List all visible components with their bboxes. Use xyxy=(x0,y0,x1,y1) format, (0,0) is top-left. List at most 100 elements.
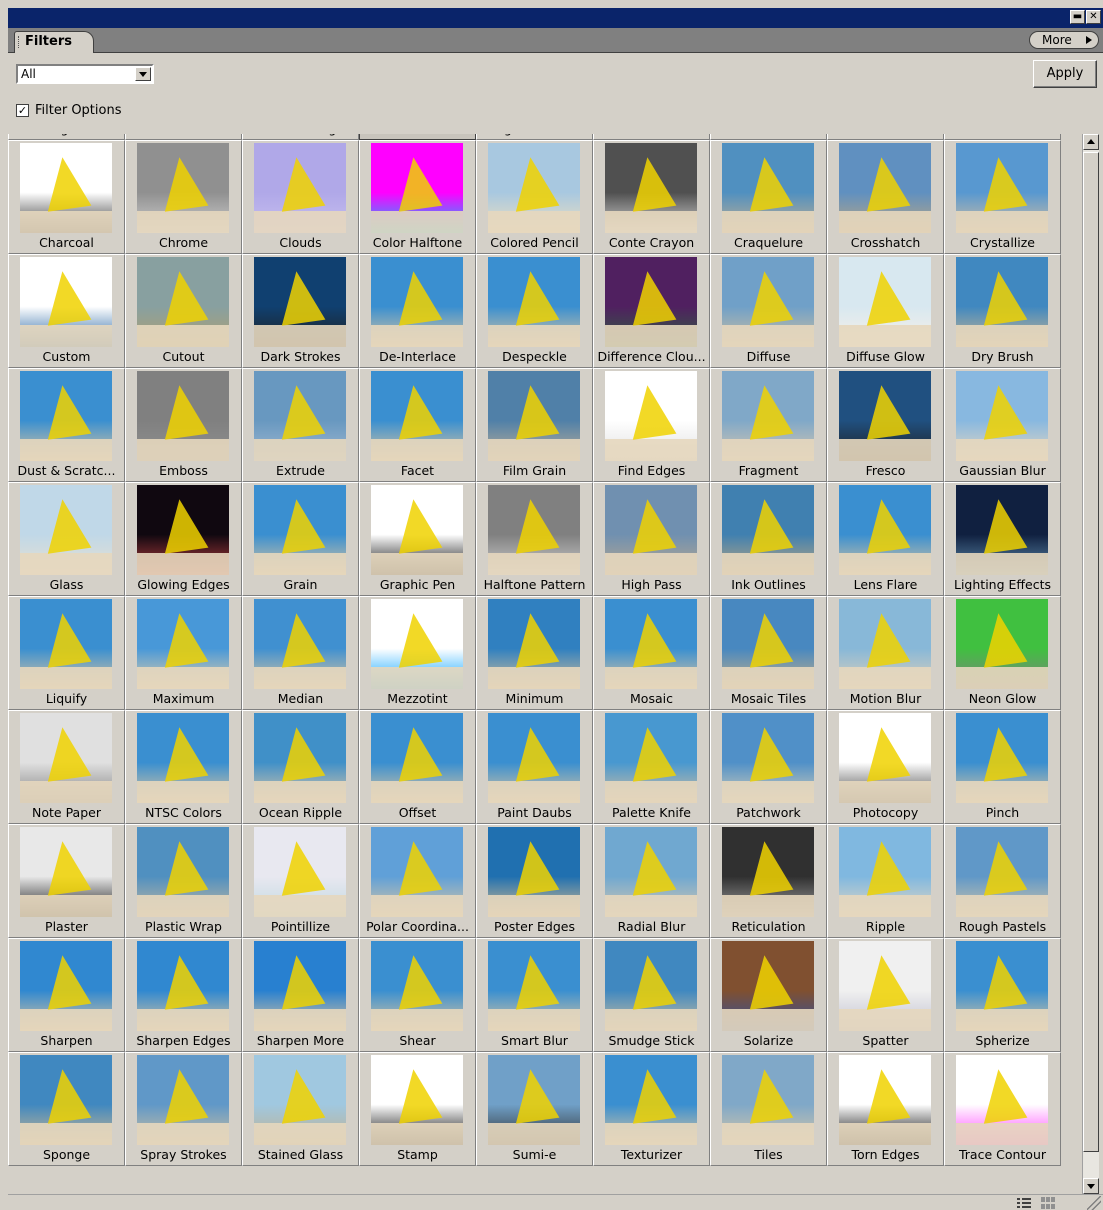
thumbnail-view-icon[interactable] xyxy=(1041,1197,1055,1209)
filter-tile[interactable]: Mezzotint xyxy=(359,596,476,710)
filter-tile[interactable]: Plaster xyxy=(8,824,125,938)
list-view-icon[interactable] xyxy=(1017,1197,1031,1209)
filter-tile[interactable]: Emboss xyxy=(125,368,242,482)
filter-tile[interactable]: Diffuse Glow xyxy=(827,254,944,368)
filter-tile[interactable]: Diffuse xyxy=(710,254,827,368)
filter-label: Fresco xyxy=(865,463,906,478)
filter-tile[interactable]: Custom xyxy=(8,254,125,368)
dropdown-button[interactable] xyxy=(135,67,151,81)
filter-tile[interactable]: Film Grain xyxy=(476,368,593,482)
filter-tile[interactable]: Stamp xyxy=(359,1052,476,1166)
filter-tile[interactable]: Trace Contour xyxy=(944,1052,1061,1166)
filter-tile[interactable]: Motion Blur xyxy=(827,596,944,710)
filter-tile[interactable]: Chrome xyxy=(125,140,242,254)
filter-tile[interactable]: Torn Edges xyxy=(827,1052,944,1166)
category-select[interactable]: All xyxy=(16,64,154,84)
filter-tile[interactable]: Smudge Stick xyxy=(593,938,710,1052)
filter-tile[interactable]: Neon Glow xyxy=(944,596,1061,710)
filter-tile[interactable]: Photocopy xyxy=(827,710,944,824)
filter-tile[interactable]: Maximum xyxy=(125,596,242,710)
scroll-down-button[interactable] xyxy=(1083,1178,1099,1194)
filter-tile[interactable]: Pinch xyxy=(944,710,1061,824)
filter-tile[interactable]: Palette Knife xyxy=(593,710,710,824)
filter-options-checkbox[interactable]: ✓ xyxy=(16,103,29,117)
filter-tile[interactable]: Plastic Wrap xyxy=(125,824,242,938)
apply-button[interactable]: Apply xyxy=(1033,60,1097,88)
filter-tile[interactable]: Tiles xyxy=(710,1052,827,1166)
filter-tile[interactable]: Note Paper xyxy=(8,710,125,824)
filter-tile[interactable]: Crosshatch xyxy=(827,140,944,254)
resize-grip-icon[interactable] xyxy=(1087,1196,1101,1210)
filter-tile[interactable]: Sharpen More xyxy=(242,938,359,1052)
filter-tile[interactable]: Pointillize xyxy=(242,824,359,938)
scrollbar-thumb[interactable] xyxy=(1083,152,1099,1152)
filter-tile[interactable]: Liquify xyxy=(8,596,125,710)
filter-tile[interactable]: Halftone Pattern xyxy=(476,482,593,596)
filter-tile[interactable]: Facet xyxy=(359,368,476,482)
filter-tile[interactable]: Colored Pencil xyxy=(476,140,593,254)
filter-tile[interactable]: Solarize xyxy=(710,938,827,1052)
minimize-button[interactable]: ▬ xyxy=(1070,10,1085,24)
filter-tile[interactable]: Sharpen xyxy=(8,938,125,1052)
filter-tile[interactable]: Sharpen Edges xyxy=(125,938,242,1052)
filter-tile[interactable]: Crystallize xyxy=(944,140,1061,254)
filter-tile[interactable]: Difference Clou... xyxy=(593,254,710,368)
filter-tile[interactable]: Mosaic Tiles xyxy=(710,596,827,710)
filter-tile[interactable]: Cutout xyxy=(125,254,242,368)
filter-tile[interactable]: Fresco xyxy=(827,368,944,482)
filter-tile[interactable]: Clouds xyxy=(242,140,359,254)
filter-tile[interactable]: Charcoal xyxy=(8,140,125,254)
filter-tile[interactable]: Sumi-e xyxy=(476,1052,593,1166)
filter-tile[interactable]: Patchwork xyxy=(710,710,827,824)
filter-tile[interactable]: Color Halftone xyxy=(359,140,476,254)
filter-options-toggle[interactable]: ✓ Filter Options xyxy=(16,102,122,118)
filter-tile[interactable]: Dark Strokes xyxy=(242,254,359,368)
filter-tile[interactable]: Ink Outlines xyxy=(710,482,827,596)
filter-tile[interactable]: Spherize xyxy=(944,938,1061,1052)
more-button[interactable]: More xyxy=(1029,31,1099,49)
scroll-up-button[interactable] xyxy=(1083,134,1099,150)
filter-tile[interactable]: Dry Brush xyxy=(944,254,1061,368)
filter-tile[interactable]: Craquelure xyxy=(710,140,827,254)
tab-filters[interactable]: Filters xyxy=(14,31,94,53)
filter-tile[interactable]: Extrude xyxy=(242,368,359,482)
filter-tile[interactable]: Offset xyxy=(359,710,476,824)
filter-tile[interactable]: Lens Flare xyxy=(827,482,944,596)
filter-tile[interactable]: Rough Pastels xyxy=(944,824,1061,938)
filter-tile[interactable]: Poster Edges xyxy=(476,824,593,938)
filter-tile[interactable]: Spatter xyxy=(827,938,944,1052)
filter-tile[interactable]: Find Edges xyxy=(593,368,710,482)
filter-tile[interactable]: Grain xyxy=(242,482,359,596)
filter-thumbnail xyxy=(254,713,346,803)
panel-title-bar[interactable]: ▬ ✕ xyxy=(8,8,1103,28)
filter-tile[interactable]: Shear xyxy=(359,938,476,1052)
filter-tile[interactable]: Dust & Scratc... xyxy=(8,368,125,482)
filter-tile[interactable]: Ocean Ripple xyxy=(242,710,359,824)
filter-tile[interactable]: Texturizer xyxy=(593,1052,710,1166)
filter-tile[interactable]: Sponge xyxy=(8,1052,125,1166)
close-button[interactable]: ✕ xyxy=(1086,10,1101,24)
filter-tile[interactable]: Glass xyxy=(8,482,125,596)
filter-tile[interactable]: Spray Strokes xyxy=(125,1052,242,1166)
filter-tile[interactable]: Minimum xyxy=(476,596,593,710)
filter-tile[interactable]: Lighting Effects xyxy=(944,482,1061,596)
filter-tile[interactable]: Reticulation xyxy=(710,824,827,938)
filter-tile[interactable]: NTSC Colors xyxy=(125,710,242,824)
filter-tile[interactable]: Graphic Pen xyxy=(359,482,476,596)
filter-tile[interactable]: De-Interlace xyxy=(359,254,476,368)
filter-tile[interactable]: Median xyxy=(242,596,359,710)
filter-tile[interactable]: Mosaic xyxy=(593,596,710,710)
filter-tile[interactable]: Fragment xyxy=(710,368,827,482)
filter-tile[interactable]: Radial Blur xyxy=(593,824,710,938)
filter-tile[interactable]: Stained Glass xyxy=(242,1052,359,1166)
filter-tile[interactable]: Paint Daubs xyxy=(476,710,593,824)
filter-tile[interactable]: High Pass xyxy=(593,482,710,596)
filter-tile[interactable]: Smart Blur xyxy=(476,938,593,1052)
filter-tile[interactable]: Ripple xyxy=(827,824,944,938)
filter-tile[interactable]: Glowing Edges xyxy=(125,482,242,596)
filter-tile[interactable]: Gaussian Blur xyxy=(944,368,1061,482)
filter-tile[interactable]: Polar Coordina... xyxy=(359,824,476,938)
filter-tile[interactable]: Conte Crayon xyxy=(593,140,710,254)
vertical-scrollbar[interactable] xyxy=(1082,134,1099,1194)
filter-tile[interactable]: Despeckle xyxy=(476,254,593,368)
